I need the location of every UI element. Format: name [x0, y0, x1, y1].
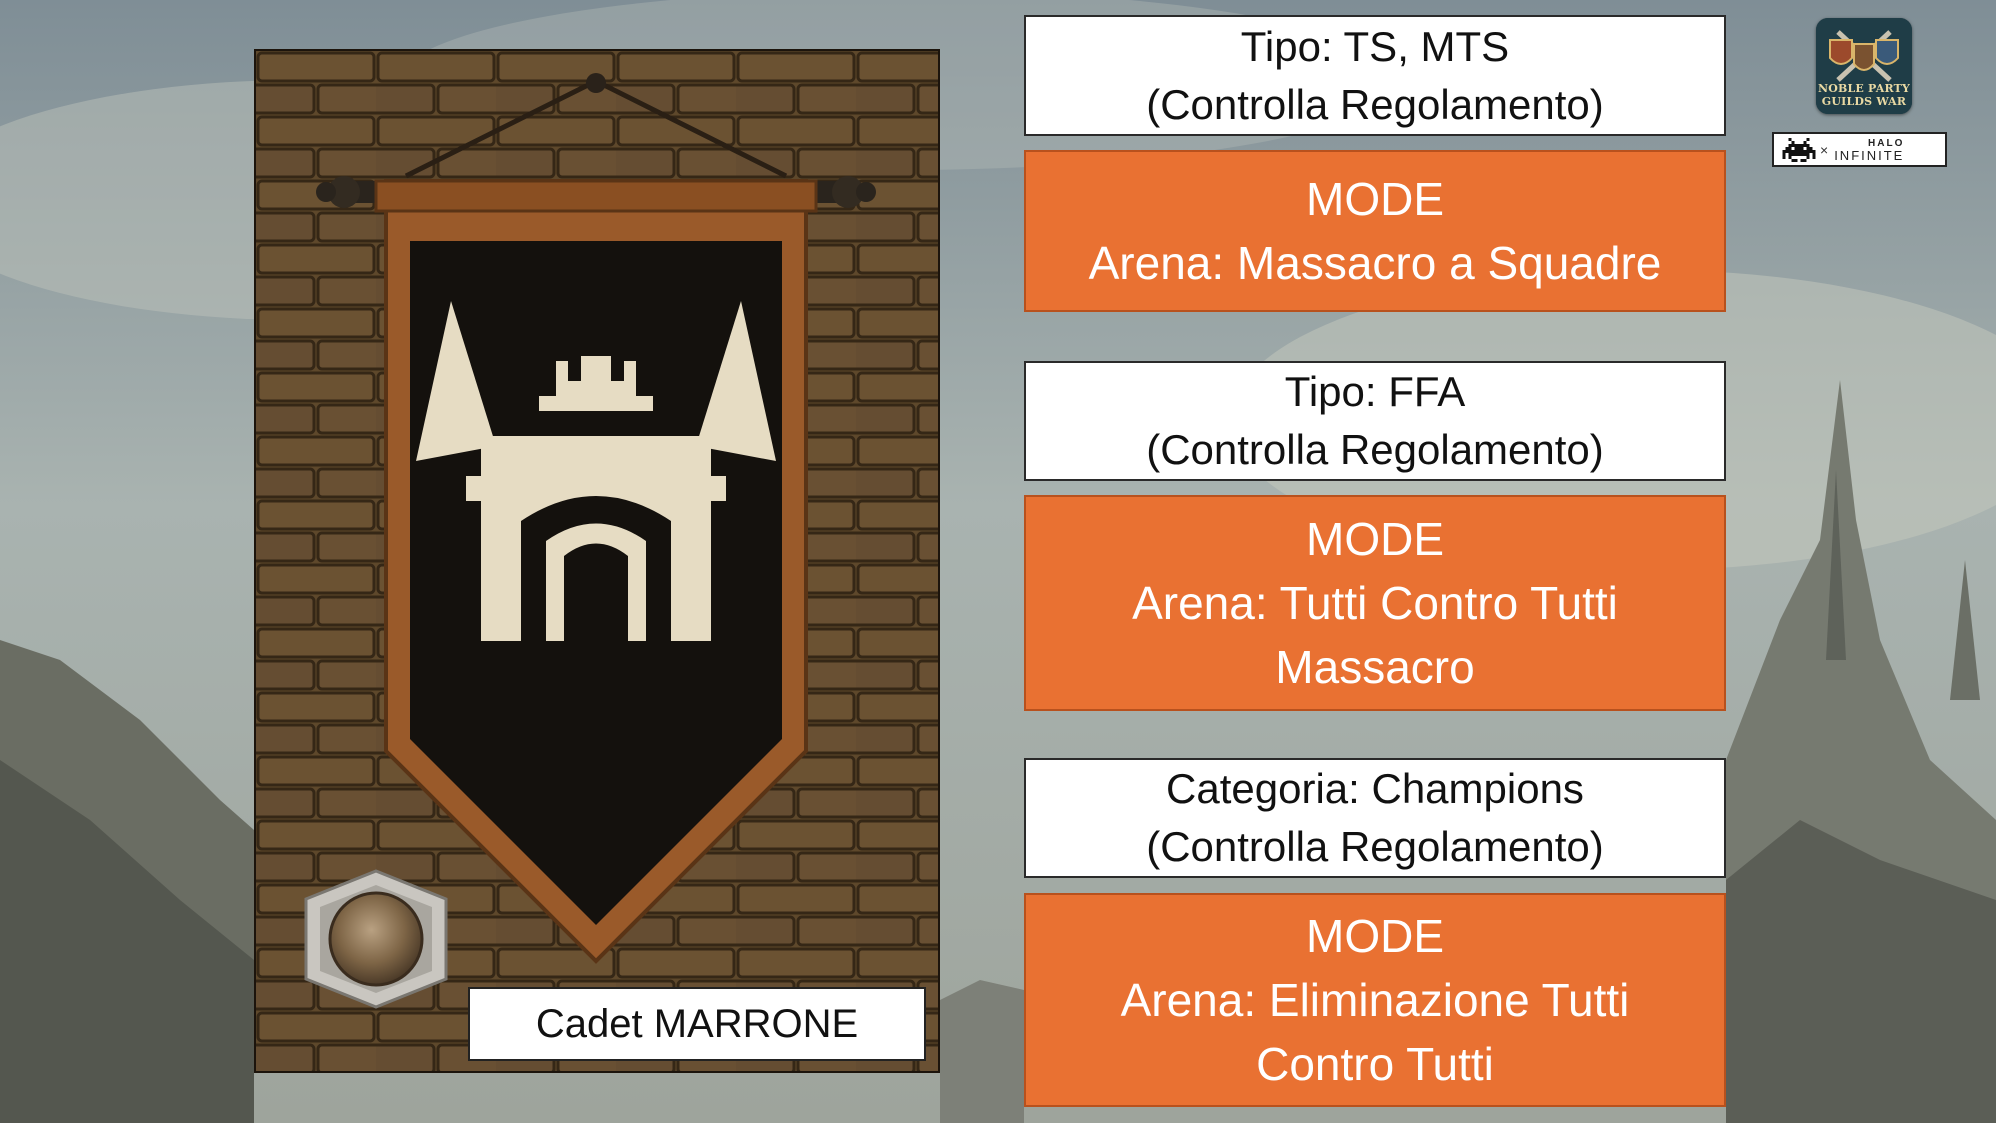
type-line: Categoria: Champions — [1166, 765, 1584, 812]
banner-panel — [254, 49, 940, 1073]
mode-box-1: MODE Arena: Massacro a Squadre — [1024, 150, 1726, 312]
type-box-2: Tipo: FFA (Controlla Regolamento) — [1024, 361, 1726, 481]
mode-name-cont: Massacro — [1275, 641, 1475, 693]
noble-party-line1: NOBLE PARTY — [1817, 82, 1911, 95]
mode-heading: MODE — [1306, 910, 1444, 962]
mode-name: Arena: Tutti Contro Tutti — [1132, 577, 1618, 629]
type-box-3: Categoria: Champions (Controlla Regolame… — [1024, 758, 1726, 878]
type-line: Tipo: TS, MTS — [1240, 22, 1510, 70]
noble-party-logo: NOBLE PARTY GUILDS WAR — [1816, 18, 1912, 114]
halo-infinite-wordmark: HALO INFINITE — [1834, 138, 1904, 162]
mode-box-2: MODE Arena: Tutti Contro Tutti Massacro — [1024, 495, 1726, 711]
mode-name: Arena: Eliminazione Tutti — [1120, 974, 1630, 1026]
type-note: (Controlla Regolamento) — [1146, 80, 1604, 128]
mode-name: Arena: Massacro a Squadre — [1088, 237, 1662, 289]
banner-illustration — [256, 51, 938, 1071]
type-note: (Controlla Regolamento) — [1146, 823, 1604, 870]
noble-party-line2: GUILDS WAR — [1821, 95, 1907, 108]
collab-x: × — [1820, 141, 1829, 158]
rank-medal-icon — [304, 869, 448, 1009]
space-invader-icon — [1782, 137, 1816, 162]
rank-label: Cadet MARRONE — [468, 987, 926, 1061]
halo-bottom: INFINITE — [1834, 147, 1905, 163]
mode-heading: MODE — [1306, 513, 1444, 565]
mode-name-cont: Contro Tutti — [1256, 1038, 1494, 1090]
type-note: (Controlla Regolamento) — [1146, 426, 1604, 473]
mode-box-3: MODE Arena: Eliminazione Tutti Contro Tu… — [1024, 893, 1726, 1107]
halo-collab-logo: × HALO INFINITE — [1772, 132, 1947, 167]
type-line: Tipo: FFA — [1284, 368, 1466, 415]
type-box-1: Tipo: TS, MTS (Controlla Regolamento) — [1024, 15, 1726, 136]
mode-heading: MODE — [1306, 173, 1444, 225]
